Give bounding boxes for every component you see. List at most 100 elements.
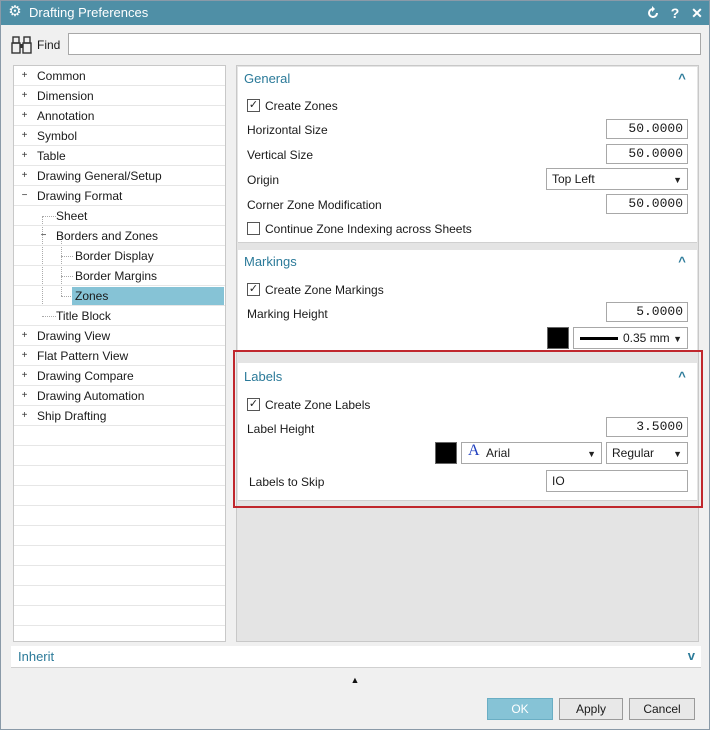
tree-empty-row [14,426,225,446]
line-width-value: 0.35 mm [623,331,670,345]
tree-item-label: Border Margins [75,269,158,283]
tree-item-label: Borders and Zones [56,229,159,243]
tree-empty-row [14,486,225,506]
tree-item-table[interactable]: + Table [14,146,225,166]
tree-item-borders-and-zones[interactable]: − Borders and Zones [14,226,225,246]
vertical-size-label: Vertical Size [247,148,314,162]
general-title: General [244,71,291,86]
marking-height-field[interactable]: 5.0000 [606,302,688,322]
tree-empty-row [14,546,225,566]
create-zones-label: Create Zones [265,99,338,113]
expand-icon[interactable]: + [20,91,29,101]
tree-item-symbol[interactable]: + Symbol [14,126,225,146]
tree-item-border-margins[interactable]: Border Margins [14,266,225,286]
collapse-general-icon[interactable]: ^ [675,72,689,85]
corner-zone-field[interactable]: 50.0000 [606,194,688,214]
expand-icon[interactable]: + [20,371,29,381]
tree-item-sheet[interactable]: Sheet [14,206,225,226]
tree-empty-row [14,626,225,641]
tree-item-title-block[interactable]: Title Block [14,306,225,326]
tree-item-label: Annotation [37,109,95,123]
tree-item-label: Title Block [56,309,111,323]
find-label: Find [37,38,61,52]
tree-item-drawing-compare[interactable]: + Drawing Compare [14,366,225,386]
collapse-icon[interactable]: − [20,191,29,201]
tree-item-flat-pattern-view[interactable]: + Flat Pattern View [14,346,225,366]
continue-indexing-label: Continue Zone Indexing across Sheets [265,222,472,236]
expand-icon[interactable]: + [20,331,29,341]
collapse-markings-icon[interactable]: ^ [675,255,689,268]
marking-height-label: Marking Height [247,307,328,321]
tree-item-label: Drawing Compare [37,369,134,383]
chevron-down-icon: ▼ [673,334,682,344]
corner-zone-label: Corner Zone Modification [247,198,382,212]
tree-item-drawing-general-setup[interactable]: + Drawing General/Setup [14,166,225,186]
tree-item-drawing-format[interactable]: − Drawing Format [14,186,225,206]
collapse-icon[interactable]: − [39,231,48,241]
tree-item-label: Sheet [56,209,88,223]
line-width-preview [580,337,618,340]
tree-item-drawing-view[interactable]: + Drawing View [14,326,225,346]
tree-item-label: Drawing View [37,329,111,343]
tree-item-label: Border Display [75,249,154,263]
inherit-bar[interactable]: Inherit v [11,646,701,668]
tree-item-label: Zones [72,287,224,305]
tree-item-label: Drawing Automation [37,389,145,403]
gear-icon: ⚙ [8,3,22,20]
title-bar[interactable]: ⚙ Drafting Preferences ? ✕ [1,1,709,25]
expand-icon[interactable]: + [20,391,29,401]
dialog-title: Drafting Preferences [29,5,149,20]
markings-title: Markings [244,254,297,269]
tree-item-label: Symbol [37,129,78,143]
help-icon[interactable]: ? [665,3,685,23]
tree-item-label: Ship Drafting [37,409,107,423]
tree-item-annotation[interactable]: + Annotation [14,106,225,126]
tree-item-zones[interactable]: Zones [14,286,225,306]
tree-item-label: Flat Pattern View [37,349,129,363]
expand-icon[interactable]: + [20,111,29,121]
create-zones-checkbox[interactable]: ✓ [247,99,260,112]
expand-icon[interactable]: + [20,351,29,361]
expand-icon[interactable]: + [20,71,29,81]
tree-item-ship-drafting[interactable]: + Ship Drafting [14,406,225,426]
markings-group: Markings ^ ✓ Create Zone Markings Markin… [238,250,697,351]
chevron-down-icon[interactable]: v [688,648,695,663]
horizontal-size-field[interactable]: 50.0000 [606,119,688,139]
line-width-select[interactable]: 0.35 mm ▼ [573,327,688,349]
tree-item-common[interactable]: + Common [14,66,225,86]
create-markings-checkbox[interactable]: ✓ [247,283,260,296]
tree-empty-row [14,526,225,546]
find-input[interactable] [68,33,701,55]
ok-button[interactable]: OK [487,698,553,720]
chevron-down-icon: ▼ [673,175,682,185]
origin-value: Top Left [552,172,595,186]
expand-icon[interactable]: + [20,171,29,181]
cancel-button[interactable]: Cancel [629,698,695,720]
tree-item-drawing-automation[interactable]: + Drawing Automation [14,386,225,406]
highlight-box [233,350,703,508]
tree-empty-row [14,606,225,626]
splitter-up-icon[interactable]: ▲ [349,675,361,685]
expand-icon[interactable]: + [20,151,29,161]
tree-item-label: Drawing General/Setup [37,169,162,183]
horizontal-size-label: Horizontal Size [247,123,328,137]
tree-empty-row [14,506,225,526]
reset-icon[interactable] [643,3,663,23]
vertical-size-field[interactable]: 50.0000 [606,144,688,164]
expand-icon[interactable]: + [20,131,29,141]
close-icon[interactable]: ✕ [687,3,707,23]
continue-indexing-checkbox[interactable] [247,222,260,235]
tree-empty-row [14,446,225,466]
tree-item-label: Table [37,149,66,163]
marking-color-swatch[interactable] [547,327,569,349]
origin-select[interactable]: Top Left ▼ [546,168,688,190]
tree-item-border-display[interactable]: Border Display [14,246,225,266]
create-markings-label: Create Zone Markings [265,283,384,297]
tree-item-label: Drawing Format [37,189,123,203]
apply-button[interactable]: Apply [559,698,623,720]
tree-item-label: Common [37,69,86,83]
expand-icon[interactable]: + [20,411,29,421]
tree-item-dimension[interactable]: + Dimension [14,86,225,106]
preferences-tree[interactable]: + Common + Dimension + Annotation + Symbol +… [13,65,226,642]
general-group: General ^ ✓ Create Zones Horizontal Size… [238,67,697,243]
